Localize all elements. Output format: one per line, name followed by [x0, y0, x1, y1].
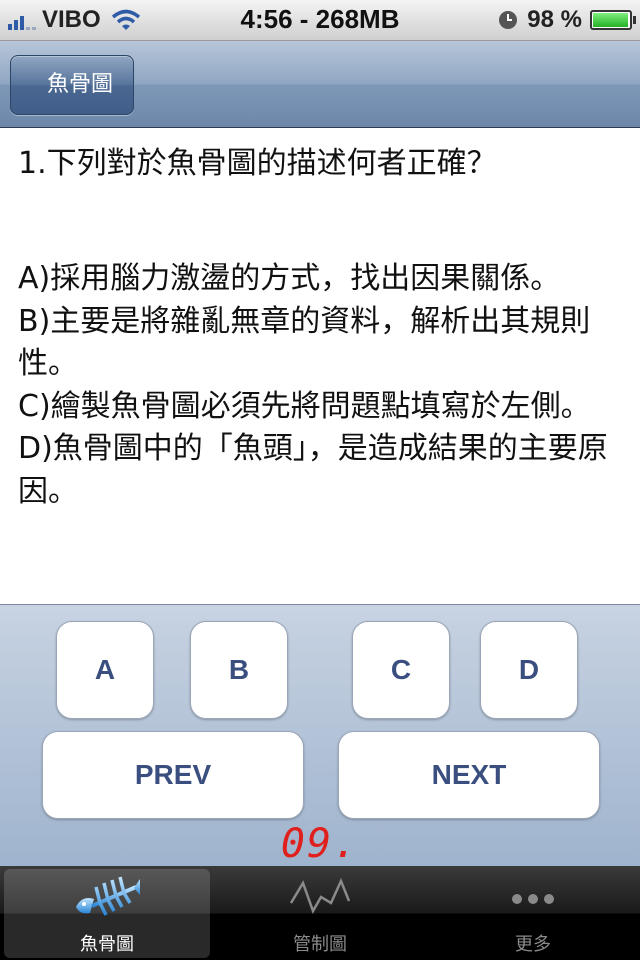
tab-control-chart-label: 管制圖 — [293, 934, 347, 955]
prev-button[interactable]: PREV — [42, 731, 304, 819]
answer-panel: A B C D PREV NEXT 09. 57 — [0, 604, 640, 913]
tab-control-chart[interactable]: 管制圖 — [217, 869, 423, 958]
battery-icon — [590, 10, 636, 30]
tab-more[interactable]: 更多 — [430, 869, 636, 958]
answer-d-button[interactable]: D — [480, 621, 578, 719]
back-button-label: 魚骨圖 — [47, 72, 114, 97]
navigation-bar: 魚骨圖 — [0, 41, 640, 128]
control-chart-icon — [289, 877, 351, 914]
tab-fishbone-label: 魚骨圖 — [80, 934, 134, 955]
fishbone-icon — [76, 876, 140, 916]
answer-b-button[interactable]: B — [190, 621, 288, 719]
answer-c-button[interactable]: C — [352, 621, 450, 719]
status-right: 98 % — [497, 5, 636, 35]
clock-icon — [499, 11, 518, 29]
question-title: 1.下列對於魚骨圖的描述何者正確？ — [18, 146, 497, 181]
answer-a-button[interactable]: A — [56, 621, 154, 719]
battery-percent: 98 % — [527, 6, 582, 33]
option-list: A)採用腦力激盪的方式，找出因果關係。 B)主要是將雜亂無章的資料，解析出其規則… — [18, 258, 618, 513]
battery-fill — [593, 13, 629, 27]
option-b-text: B)主要是將雜亂無章的資料，解析出其規則性。 — [18, 303, 591, 382]
tab-fishbone[interactable]: 魚骨圖 — [4, 869, 210, 958]
status-bar: VIBO 4:56 - 268MB 98 % — [0, 0, 640, 41]
option-a-text: A)採用腦力激盪的方式，找出因果關係。 — [18, 261, 561, 296]
tab-bar: 魚骨圖 管制圖 更多 — [0, 866, 640, 960]
option-d-text: D)魚骨圖中的「魚頭」，是造成結果的主要原因。 — [18, 431, 608, 509]
more-icon — [512, 894, 554, 904]
back-button[interactable]: 魚骨圖 — [10, 55, 135, 115]
tab-more-label: 更多 — [515, 934, 551, 955]
next-button[interactable]: NEXT — [338, 731, 600, 819]
question-area: 1.下列對於魚骨圖的描述何者正確？ A)採用腦力激盪的方式，找出因果關係。 B)… — [0, 128, 640, 604]
option-c-text: C)繪製魚骨圖必須先將問題點填寫於左側。 — [18, 388, 591, 424]
